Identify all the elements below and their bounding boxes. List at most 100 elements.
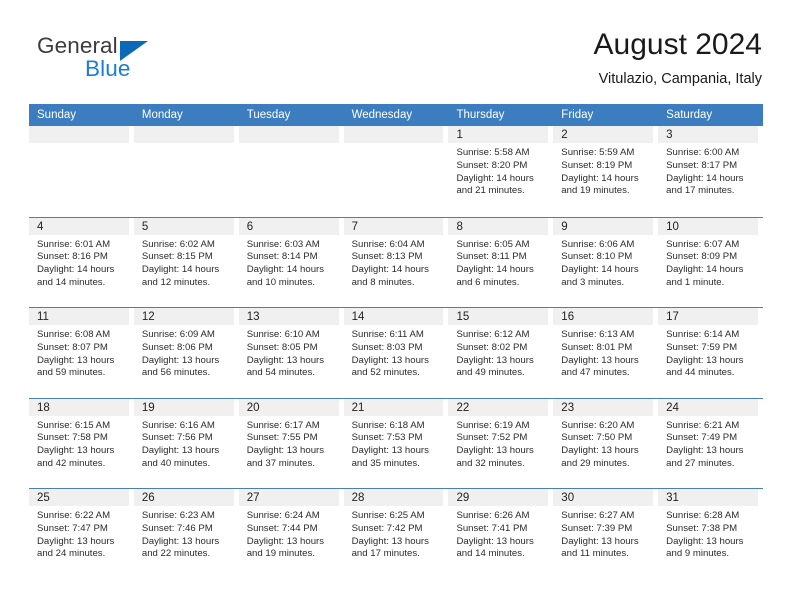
daylight-text: Daylight: 13 hours and 11 minutes. [561,535,639,560]
day-cell[interactable]: 22 Sunrise: 6:19 AM Sunset: 7:52 PM Dayligh… [448,398,553,489]
day-cell[interactable]: 18 Sunrise: 6:15 AM Sunset: 7:58 PM Dayligh… [29,398,134,489]
calendar-week-row: 1 Sunrise: 5:58 AM Sunset: 8:20 PM Daylight… [29,126,763,217]
daylight-text: Daylight: 13 hours and 59 minutes. [37,354,115,379]
day-cell[interactable]: 19 Sunrise: 6:16 AM Sunset: 7:56 PM Dayligh… [133,398,239,489]
day-cell[interactable]: 23 Sunrise: 6:20 AM Sunset: 7:50 PM Dayligh… [553,398,658,489]
day-details: Sunrise: 6:19 AM Sunset: 7:52 PM Daylight:… [456,420,547,471]
day-cell[interactable]: 30 Sunrise: 6:27 AM Sunset: 7:39 PM Dayligh… [553,489,658,579]
daylight-text: Daylight: 13 hours and 40 minutes. [141,445,220,469]
day-details: Sunrise: 6:00 AM Sunset: 8:17 PM Daylight:… [666,147,757,198]
day-details: Sunrise: 6:15 AM Sunset: 7:58 PM Daylight:… [37,420,128,471]
day-cell[interactable]: 1 Sunrise: 5:58 AM Sunset: 8:20 PM Daylight… [448,126,553,217]
sunset-text: Sunset: 8:03 PM [351,341,423,353]
day-cell[interactable]: 24 Sunrise: 6:21 AM Sunset: 7:49 PM Dayligh… [658,398,763,489]
day-cell[interactable]: 5 Sunrise: 6:02 AM Sunset: 8:15 PM Daylight… [133,217,239,308]
sunset-text: Sunset: 8:13 PM [351,251,423,263]
sunset-text: Sunset: 7:56 PM [141,432,213,444]
day-cell[interactable]: 29 Sunrise: 6:26 AM Sunset: 7:41 PM Dayligh… [448,489,553,579]
day-cell[interactable]: 28 Sunrise: 6:25 AM Sunset: 7:42 PM Dayligh… [343,489,449,579]
daylight-text: Daylight: 14 hours and 19 minutes. [561,172,639,197]
day-cell[interactable]: 6 Sunrise: 6:03 AM Sunset: 8:14 PM Daylight… [238,217,344,308]
daylight-text: Daylight: 13 hours and 32 minutes. [456,445,534,469]
day-cell[interactable]: 14 Sunrise: 6:11 AM Sunset: 8:03 PM Dayligh… [343,308,449,398]
sunrise-text: Sunrise: 6:13 AM [561,329,635,340]
sunrise-text: Sunrise: 6:09 AM [141,329,215,340]
sunrise-text: Sunrise: 6:17 AM [246,419,320,431]
day-details: Sunrise: 6:05 AM Sunset: 8:11 PM Daylight:… [456,239,547,290]
sunset-text: Sunset: 8:17 PM [666,159,738,171]
generalblue-logo[interactable]: General Blue [37,33,217,89]
day-cell[interactable]: 7 Sunrise: 6:04 AM Sunset: 8:13 PM Daylight… [343,217,449,308]
day-number-band [553,126,654,143]
day-number: 15 [456,311,470,323]
day-cell[interactable]: 4 Sunrise: 6:01 AM Sunset: 8:16 PM Daylight… [29,217,134,308]
page-header: General Blue August 2024 Vitulazio, Camp… [0,0,792,100]
day-cell[interactable]: 21 Sunrise: 6:18 AM Sunset: 7:53 PM Dayligh… [343,398,449,489]
daylight-text: Daylight: 14 hours and 14 minutes. [37,264,115,288]
day-cell[interactable]: 20 Sunrise: 6:17 AM Sunset: 7:55 PM Dayligh… [238,398,344,489]
daylight-text: Daylight: 14 hours and 1 minute. [666,264,744,288]
day-details: Sunrise: 6:23 AM Sunset: 7:46 PM Daylight:… [142,510,233,561]
daylight-text: Daylight: 13 hours and 54 minutes. [246,354,325,379]
day-details: Sunrise: 6:08 AM Sunset: 8:07 PM Daylight:… [37,329,128,380]
day-cell[interactable]: 11 Sunrise: 6:08 AM Sunset: 8:07 PM Dayligh… [29,308,134,398]
day-cell[interactable]: 26 Sunrise: 6:23 AM Sunset: 7:46 PM Dayligh… [133,489,239,579]
day-number: 13 [246,311,260,323]
sunrise-text: Sunrise: 6:22 AM [37,510,111,521]
sunset-text: Sunset: 8:02 PM [456,341,528,353]
day-number: 8 [456,220,463,233]
day-cell[interactable]: 27 Sunrise: 6:24 AM Sunset: 7:44 PM Dayligh… [238,489,344,579]
calendar-week-row: 11 Sunrise: 6:08 AM Sunset: 8:07 PM Dayligh… [29,307,763,398]
day-number: 29 [456,492,470,504]
day-cell[interactable]: 2 Sunrise: 5:59 AM Sunset: 8:19 PM Daylight… [553,126,658,217]
day-cell[interactable]: 3 Sunrise: 6:00 AM Sunset: 8:17 PM Daylight… [658,126,763,217]
day-details: Sunrise: 6:16 AM Sunset: 7:56 PM Daylight:… [142,420,233,471]
day-cell[interactable]: 17 Sunrise: 6:14 AM Sunset: 7:59 PM Dayligh… [658,308,763,398]
day-cell[interactable]: 13 Sunrise: 6:10 AM Sunset: 8:05 PM Dayligh… [238,308,344,398]
daylight-text: Daylight: 13 hours and 27 minutes. [666,445,744,469]
sunrise-text: Sunrise: 6:23 AM [141,510,215,521]
sunset-text: Sunset: 8:20 PM [456,159,528,171]
sunrise-text: Sunrise: 6:08 AM [37,329,111,340]
sunset-text: Sunset: 8:14 PM [246,251,318,263]
sunset-text: Sunset: 8:11 PM [456,251,527,263]
sunrise-text: Sunrise: 6:15 AM [37,419,111,431]
daylight-text: Daylight: 14 hours and 8 minutes. [351,264,429,288]
daylight-text: Daylight: 13 hours and 56 minutes. [141,354,220,379]
day-number: 7 [351,220,358,233]
sunrise-text: Sunrise: 6:24 AM [246,510,320,521]
day-cell[interactable]: 31 Sunrise: 6:28 AM Sunset: 7:38 PM Dayligh… [658,489,763,579]
day-number-band [133,126,234,143]
sunset-text: Sunset: 8:06 PM [141,341,213,353]
day-cell[interactable]: 12 Sunrise: 6:09 AM Sunset: 8:06 PM Dayligh… [133,308,239,398]
daylight-text: Daylight: 14 hours and 21 minutes. [456,172,534,197]
sunrise-text: Sunrise: 6:07 AM [666,238,740,250]
day-details: Sunrise: 6:10 AM Sunset: 8:05 PM Daylight:… [247,329,338,380]
day-cell[interactable]: 16 Sunrise: 6:13 AM Sunset: 8:01 PM Dayligh… [553,308,658,398]
daylight-text: Daylight: 14 hours and 3 minutes. [561,264,639,288]
sunrise-text: Sunrise: 6:11 AM [351,329,424,340]
day-number-band [29,126,129,143]
day-cell[interactable]: 15 Sunrise: 6:12 AM Sunset: 8:02 PM Dayligh… [448,308,553,398]
day-number: 31 [666,492,679,504]
day-number: 26 [141,492,155,504]
daylight-text: Daylight: 13 hours and 9 minutes. [666,535,744,560]
day-number: 3 [666,129,673,141]
daylight-text: Daylight: 14 hours and 12 minutes. [141,264,220,288]
day-details: Sunrise: 6:26 AM Sunset: 7:41 PM Daylight:… [456,510,547,561]
day-number: 22 [456,401,470,414]
sunrise-text: Sunrise: 5:59 AM [561,147,635,158]
day-details: Sunrise: 6:12 AM Sunset: 8:02 PM Daylight:… [456,329,547,380]
day-number: 16 [561,311,575,323]
day-cell[interactable]: 8 Sunrise: 6:05 AM Sunset: 8:11 PM Daylight… [448,217,553,308]
day-number: 5 [141,220,149,233]
day-number: 24 [666,401,679,414]
day-details: Sunrise: 6:06 AM Sunset: 8:10 PM Daylight:… [561,239,652,290]
day-details: Sunrise: 6:11 AM Sunset: 8:03 PM Daylight:… [352,329,443,380]
sunset-text: Sunset: 8:19 PM [561,159,633,171]
daylight-text: Daylight: 13 hours and 17 minutes. [351,535,429,560]
day-cell[interactable]: 10 Sunrise: 6:07 AM Sunset: 8:09 PM Dayligh… [658,217,763,308]
day-details: Sunrise: 5:59 AM Sunset: 8:19 PM Daylight:… [561,147,652,198]
day-cell[interactable]: 9 Sunrise: 6:06 AM Sunset: 8:10 PM Daylight… [553,217,658,308]
day-cell[interactable]: 25 Sunrise: 6:22 AM Sunset: 7:47 PM Dayligh… [29,489,134,579]
